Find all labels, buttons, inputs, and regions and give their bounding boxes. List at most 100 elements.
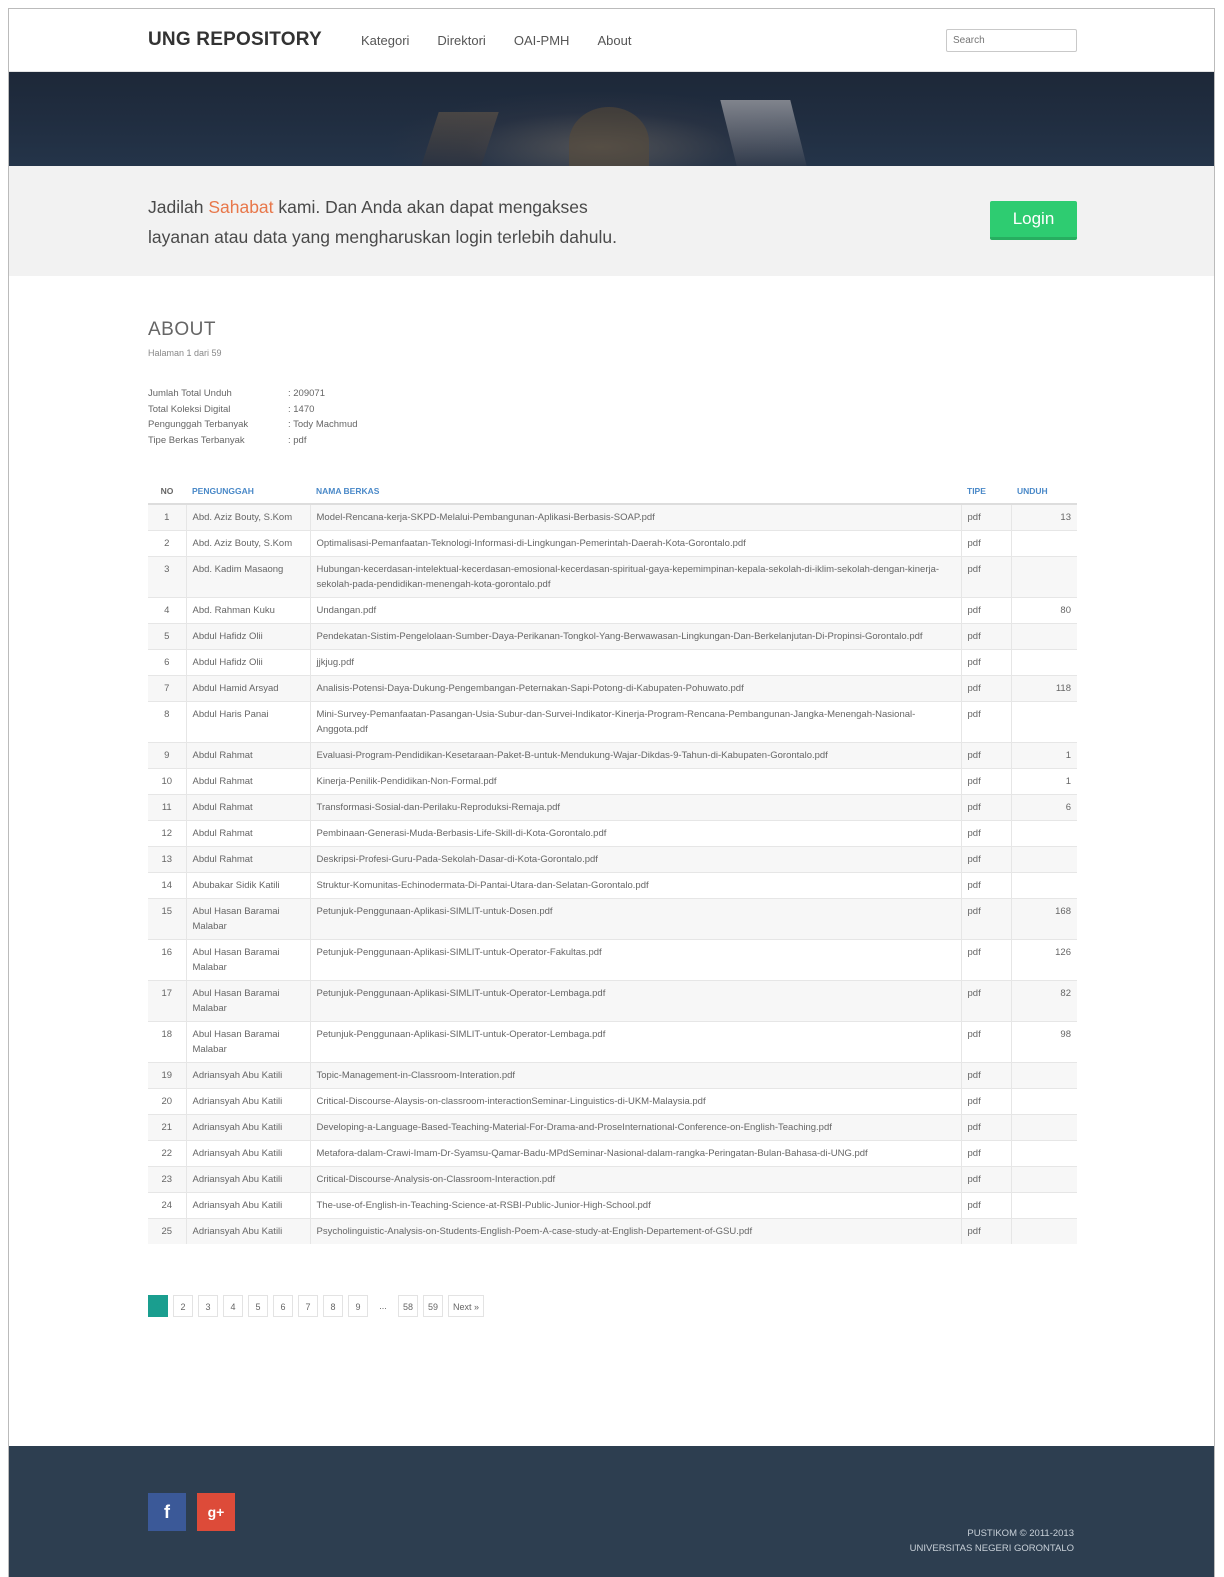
cell-unduh (1010, 820, 1077, 847)
cell-nama-berkas[interactable]: Critical-Discourse-Analysis-on-Classroom… (309, 1166, 961, 1193)
table-row: 2 Abd. Aziz Bouty, S.Kom Optimalisasi-Pema… (148, 530, 1077, 557)
cell-tipe: pdf (960, 675, 1011, 702)
cell-pengunggah[interactable]: Abd. Kadim Masaong (185, 556, 310, 598)
page-link-5[interactable]: 5 (248, 1295, 268, 1317)
cell-pengunggah[interactable]: Abdul Rahmat (185, 768, 310, 795)
cell-pengunggah[interactable]: Abdul Hafidz Olii (185, 649, 310, 676)
col-pengunggah[interactable]: PENGUNGGAH (186, 479, 310, 505)
cell-nama-berkas[interactable]: Petunjuk-Penggunaan-Aplikasi-SIMLIT-untu… (309, 1021, 961, 1063)
stat-row: Pengunggah Terbanyak: Tody Machmud (148, 417, 358, 433)
footer-copyright: PUSTIKOM © 2011-2013 (967, 1528, 1074, 1539)
cell-nama-berkas[interactable]: Analisis-Potensi-Daya-Dukung-Pengembanga… (309, 675, 961, 702)
cell-nama-berkas[interactable]: Hubungan-kecerdasan-intelektual-kecerdas… (309, 556, 961, 598)
stat-value: : Tody Machmud (288, 419, 358, 430)
table-row: 3 Abd. Kadim Masaong Hubungan-kecerdasan-i… (148, 556, 1077, 598)
page-link-3[interactable]: 3 (198, 1295, 218, 1317)
cell-pengunggah[interactable]: Abd. Aziz Bouty, S.Kom (185, 530, 310, 557)
cell-pengunggah[interactable]: Adriansyah Abu Katili (185, 1218, 310, 1244)
cell-unduh (1010, 1140, 1077, 1167)
table-row: 12 Abdul Rahmat Pembinaan-Generasi-Muda-Be… (148, 820, 1077, 847)
facebook-icon[interactable]: f (148, 1493, 186, 1531)
page-link-58[interactable]: 58 (398, 1295, 419, 1317)
cell-pengunggah[interactable]: Adriansyah Abu Katili (185, 1088, 310, 1115)
cell-pengunggah[interactable]: Adriansyah Abu Katili (185, 1114, 310, 1141)
login-button[interactable]: Login (990, 201, 1077, 240)
cell-nama-berkas[interactable]: Undangan.pdf (309, 597, 961, 624)
cell-pengunggah[interactable]: Abd. Rahman Kuku (185, 597, 310, 624)
cell-pengunggah[interactable]: Adriansyah Abu Katili (185, 1192, 310, 1219)
callout-text: Jadilah Sahabat kami. Dan Anda akan dapa… (148, 192, 617, 252)
cell-pengunggah[interactable]: Abdul Rahmat (185, 742, 310, 769)
callout-text-b: kami. Dan Anda akan dapat mengakses (273, 197, 588, 217)
nav-kategori[interactable]: Kategori (361, 33, 409, 48)
col-nama-berkas[interactable]: NAMA BERKAS (310, 479, 961, 505)
table-row: 22 Adriansyah Abu Katili Metafora-dalam-Cr… (148, 1140, 1077, 1167)
cell-nama-berkas[interactable]: Optimalisasi-Pemanfaatan-Teknologi-Infor… (309, 530, 961, 557)
cell-unduh: 1 (1010, 768, 1077, 795)
cell-no: 7 (148, 675, 186, 702)
cell-nama-berkas[interactable]: Petunjuk-Penggunaan-Aplikasi-SIMLIT-untu… (309, 939, 961, 981)
cell-nama-berkas[interactable]: Metafora-dalam-Crawi-Imam-Dr-Syamsu-Qama… (309, 1140, 961, 1167)
cell-pengunggah[interactable]: Abd. Aziz Bouty, S.Kom (185, 503, 310, 531)
cell-pengunggah[interactable]: Adriansyah Abu Katili (185, 1062, 310, 1089)
page-link-8[interactable]: 8 (323, 1295, 343, 1317)
cell-nama-berkas[interactable]: Struktur-Komunitas-Echinodermata-Di-Pant… (309, 872, 961, 899)
col-tipe[interactable]: TIPE (961, 479, 1011, 505)
page-link-6[interactable]: 6 (273, 1295, 293, 1317)
table-row: 23 Adriansyah Abu Katili Critical-Discours… (148, 1166, 1077, 1193)
stat-value: : pdf (288, 434, 307, 446)
hero-banner (9, 72, 1214, 166)
table-row: 25 Adriansyah Abu Katili Psycholinguistic-… (148, 1218, 1077, 1244)
cell-pengunggah[interactable]: Abdul Hamid Arsyad (185, 675, 310, 702)
page-next-button[interactable]: Next » (448, 1295, 485, 1317)
cell-pengunggah[interactable]: Adriansyah Abu Katili (185, 1140, 310, 1167)
cell-pengunggah[interactable]: Abubakar Sidik Katili (185, 872, 310, 899)
cell-tipe: pdf (960, 820, 1011, 847)
cell-nama-berkas[interactable]: Topic-Management-in-Classroom-Interation… (309, 1062, 961, 1089)
cell-pengunggah[interactable]: Abul Hasan Baramai Malabar (185, 939, 310, 981)
page-link-2[interactable]: 2 (173, 1295, 193, 1317)
cell-pengunggah[interactable]: Abul Hasan Baramai Malabar (185, 898, 310, 940)
cell-nama-berkas[interactable]: Deskripsi-Profesi-Guru-Pada-Sekolah-Dasa… (309, 846, 961, 873)
cell-pengunggah[interactable]: Adriansyah Abu Katili (185, 1166, 310, 1193)
cell-nama-berkas[interactable]: Psycholinguistic-Analysis-on-Students-En… (309, 1218, 961, 1244)
page-link-7[interactable]: 7 (298, 1295, 318, 1317)
cell-nama-berkas[interactable]: Model-Rencana-kerja-SKPD-Melalui-Pembang… (309, 503, 961, 531)
page-link-4[interactable]: 4 (223, 1295, 243, 1317)
cell-unduh (1010, 1192, 1077, 1219)
cell-nama-berkas[interactable]: Petunjuk-Penggunaan-Aplikasi-SIMLIT-untu… (309, 898, 961, 940)
table-row: 24 Adriansyah Abu Katili The-use-of-Englis… (148, 1192, 1077, 1219)
search-input[interactable] (946, 29, 1077, 52)
cell-nama-berkas[interactable]: Developing-a-Language-Based-Teaching-Mat… (309, 1114, 961, 1141)
cell-unduh (1010, 846, 1077, 873)
login-callout: Jadilah Sahabat kami. Dan Anda akan dapa… (9, 166, 1214, 276)
google-plus-icon[interactable]: g+ (197, 1493, 235, 1531)
cell-nama-berkas[interactable]: The-use-of-English-in-Teaching-Science-a… (309, 1192, 961, 1219)
page-link-1[interactable]: 1 (148, 1295, 168, 1317)
cell-pengunggah[interactable]: Abul Hasan Baramai Malabar (185, 1021, 310, 1063)
cell-pengunggah[interactable]: Abdul Rahmat (185, 846, 310, 873)
page-link-9[interactable]: 9 (348, 1295, 368, 1317)
col-unduh[interactable]: UNDUH (1011, 479, 1077, 505)
cell-nama-berkas[interactable]: Petunjuk-Penggunaan-Aplikasi-SIMLIT-untu… (309, 980, 961, 1022)
cell-nama-berkas[interactable]: Evaluasi-Program-Pendidikan-Kesetaraan-P… (309, 742, 961, 769)
cell-no: 20 (148, 1088, 186, 1115)
cell-nama-berkas[interactable]: jjkjug.pdf (309, 649, 961, 676)
cell-pengunggah[interactable]: Abul Hasan Baramai Malabar (185, 980, 310, 1022)
brand-logo[interactable]: UNG REPOSITORY (148, 29, 322, 51)
cell-nama-berkas[interactable]: Pendekatan-Sistim-Pengelolaan-Sumber-Day… (309, 623, 961, 650)
cell-nama-berkas[interactable]: Critical-Discourse-Alaysis-on-classroom-… (309, 1088, 961, 1115)
cell-pengunggah[interactable]: Abdul Haris Panai (185, 701, 310, 743)
nav-about[interactable]: About (597, 33, 631, 48)
cell-nama-berkas[interactable]: Kinerja-Penilik-Pendidikan-Non-Formal.pd… (309, 768, 961, 795)
cell-nama-berkas[interactable]: Mini-Survey-Pemanfaatan-Pasangan-Usia-Su… (309, 701, 961, 743)
cell-pengunggah[interactable]: Abdul Rahmat (185, 794, 310, 821)
nav-oai-pmh[interactable]: OAI-PMH (514, 33, 570, 48)
page-link-59[interactable]: 59 (423, 1295, 444, 1317)
col-no[interactable]: NO (148, 479, 186, 505)
cell-pengunggah[interactable]: Abdul Hafidz Olii (185, 623, 310, 650)
nav-direktori[interactable]: Direktori (437, 33, 485, 48)
cell-pengunggah[interactable]: Abdul Rahmat (185, 820, 310, 847)
cell-nama-berkas[interactable]: Pembinaan-Generasi-Muda-Berbasis-Life-Sk… (309, 820, 961, 847)
cell-nama-berkas[interactable]: Transformasi-Sosial-dan-Perilaku-Reprodu… (309, 794, 961, 821)
